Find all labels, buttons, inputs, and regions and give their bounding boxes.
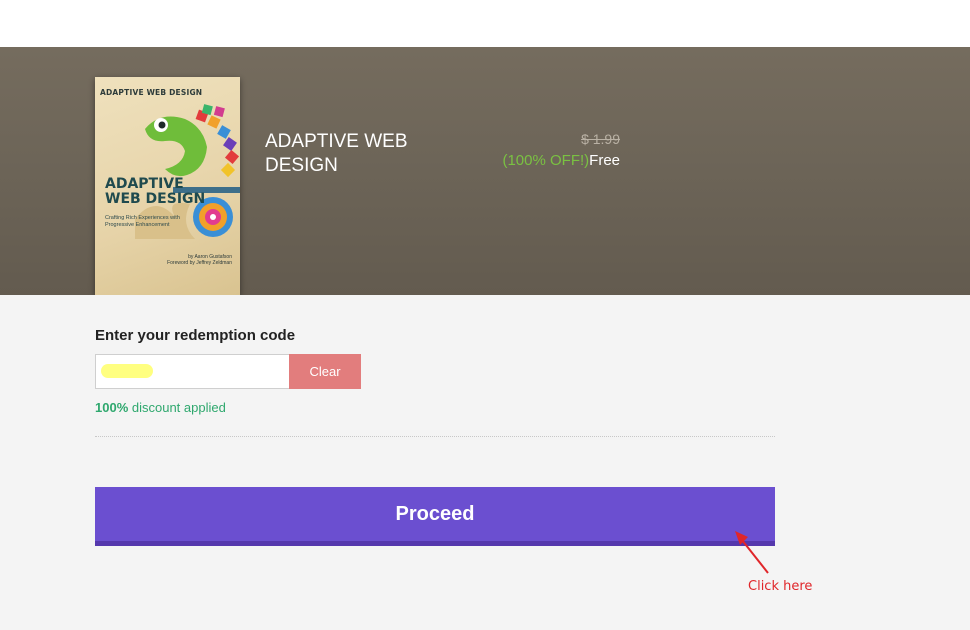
divider [95, 436, 775, 437]
redemption-code-input[interactable] [95, 354, 290, 389]
cover-author: by Aaron Gustafson Foreword by Jeffrey Z… [167, 254, 232, 266]
original-price: $ 1.99 [581, 131, 620, 147]
proceed-button[interactable]: Proceed [95, 487, 775, 546]
cover-title: ADAPTIVE WEB DESIGN [105, 176, 206, 207]
clear-button[interactable]: Clear [289, 354, 361, 389]
discount-percent: 100% [95, 400, 129, 415]
checkout-panel [0, 295, 970, 630]
annotation-click-here: Click here [748, 579, 813, 594]
product-hero: ADAPTIVE WEB DESIGN ADAPTIVE WEB DESIGN … [0, 47, 970, 295]
annotation-arrow-icon [735, 531, 769, 574]
book-cover: ADAPTIVE WEB DESIGN ADAPTIVE WEB DESIGN … [95, 77, 240, 295]
cover-top-label: ADAPTIVE WEB DESIGN [100, 88, 203, 97]
discount-text: discount applied [128, 400, 226, 415]
redemption-label: Enter your redemption code [95, 327, 296, 344]
discount-applied-message: 100% discount applied [95, 400, 226, 415]
price-line: (100% OFF!)Free [440, 152, 620, 169]
discount-badge: (100% OFF!) [502, 152, 590, 169]
product-title: ADAPTIVE WEB DESIGN [265, 131, 408, 176]
final-price: Free [589, 152, 620, 169]
top-bar [0, 0, 970, 47]
cover-subtitle: Crafting Rich Experiences with Progressi… [105, 215, 180, 228]
